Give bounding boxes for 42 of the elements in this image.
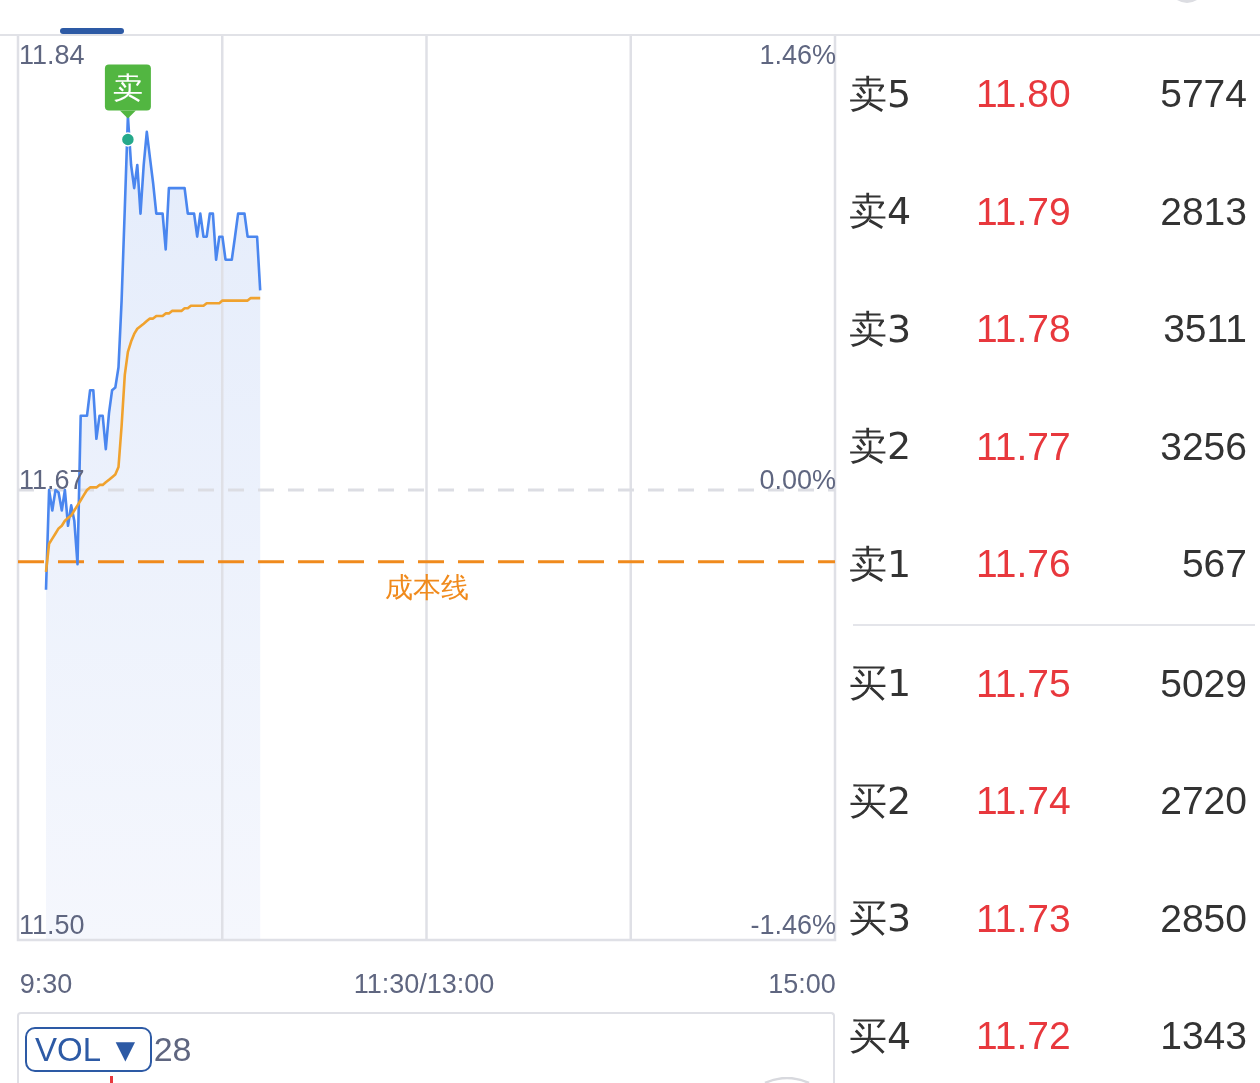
order-price: 11.80	[976, 73, 1072, 117]
order-price: 11.75	[976, 662, 1072, 706]
x-axis-label: 11:30/13:00	[353, 969, 495, 999]
cost-line-label: 成本线	[384, 570, 469, 604]
order-level-label: 买2	[849, 780, 913, 823]
percent-axis-label: 1.46%	[759, 40, 836, 70]
order-volume: 5029	[1160, 662, 1247, 706]
order-volume: 2813	[1160, 190, 1247, 234]
order-level-label: 卖3	[849, 308, 913, 351]
y-axis-label: 11.84	[19, 40, 85, 70]
order-level-label: 卖1	[849, 543, 913, 586]
dot-icon	[120, 132, 136, 147]
order-level-label: 卖2	[849, 426, 913, 469]
order-volume: 3256	[1160, 425, 1247, 469]
percent-axis-label: 0.00%	[759, 465, 836, 495]
annotation: 卖	[112, 70, 143, 106]
order-level-label: 卖4	[849, 191, 913, 234]
order-volume: 2720	[1160, 780, 1247, 824]
order-volume: 5774	[1160, 73, 1247, 117]
tab-indicator	[60, 28, 124, 34]
order-level-label: 买3	[849, 898, 913, 941]
indicator-dropdown-button[interactable]: VOL ▼	[25, 1027, 152, 1072]
order-volume: 567	[1181, 543, 1247, 587]
volume-value: 28	[153, 1029, 192, 1070]
order-level-label: 买1	[849, 663, 913, 706]
order-level-label: 卖5	[849, 73, 913, 116]
order-price: 11.78	[976, 308, 1072, 352]
order-price: 11.74	[976, 780, 1072, 824]
percent-axis-label: -1.46%	[750, 910, 836, 940]
volume-bar	[110, 1076, 113, 1083]
order-price: 11.77	[976, 425, 1072, 469]
order-price: 11.79	[976, 190, 1072, 234]
order-price: 11.73	[976, 897, 1072, 941]
order-volume: 2850	[1160, 897, 1247, 941]
y-axis-label: 11.50	[19, 910, 85, 940]
order-price: 11.72	[976, 1015, 1072, 1059]
order-price: 11.76	[976, 543, 1072, 587]
order-level-label: 买4	[849, 1015, 913, 1058]
order-volume: 1343	[1160, 1015, 1247, 1059]
x-axis-label: 9:30	[19, 969, 73, 999]
x-axis-label: 15:00	[768, 969, 836, 999]
order-volume: 3511	[1163, 308, 1247, 352]
